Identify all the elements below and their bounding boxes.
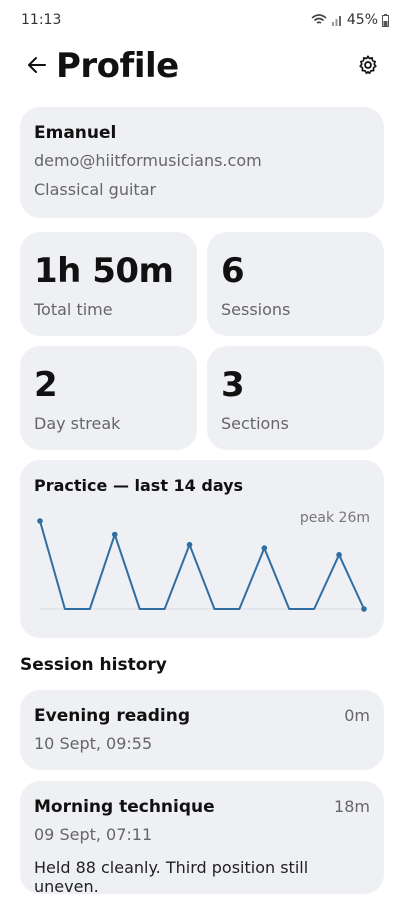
chart-series-line — [39, 520, 365, 610]
chart-point — [336, 552, 342, 558]
status-bar: 11:13 45% — [0, 0, 405, 40]
chart-point — [261, 545, 268, 551]
profile-name: Emanuel — [34, 123, 117, 143]
status-indicators: 45% — [311, 12, 389, 28]
chart-point — [186, 541, 193, 548]
profile-instrument: Classical guitar — [34, 180, 157, 199]
session-date: 10 Sept, 09:55 — [34, 734, 153, 753]
status-time: 11:13 — [21, 12, 62, 28]
stat-label: Sections — [221, 414, 289, 433]
stat-label: Total time — [34, 300, 113, 319]
stat-value: 2 — [34, 365, 58, 405]
wifi-icon — [311, 14, 327, 26]
practice-line-chart — [37, 518, 367, 612]
settings-button[interactable] — [353, 52, 383, 82]
stat-label: Sessions — [221, 300, 291, 319]
session-date: 09 Sept, 07:11 — [34, 825, 153, 844]
session-duration: 18m — [334, 797, 370, 816]
stat-card-day-streak: 2 Day streak — [20, 346, 197, 450]
stat-value: 3 — [221, 365, 245, 405]
stat-value: 1h 50m — [34, 251, 174, 291]
session-duration: 0m — [344, 706, 370, 725]
session-history-title: Session history — [20, 655, 167, 675]
stat-card-sections: 3 Sections — [207, 346, 384, 450]
session-card[interactable]: Evening reading 0m 10 Sept, 09:55 — [20, 690, 384, 770]
practice-chart-card: Practice — last 14 days peak 26m — [20, 460, 384, 638]
session-card[interactable]: Morning technique 18m 09 Sept, 07:11 Hel… — [20, 781, 384, 896]
session-name: Evening reading — [34, 706, 190, 726]
gear-icon — [357, 54, 379, 80]
stat-value: 6 — [221, 251, 245, 291]
chart-point — [111, 531, 118, 538]
stat-label: Day streak — [34, 414, 121, 433]
profile-email: demo@hiitformusicians.com — [34, 151, 262, 170]
profile-card: Emanuel demo@hiitformusicians.com Classi… — [20, 107, 384, 218]
back-button[interactable] — [22, 52, 52, 82]
signal-icon — [331, 14, 343, 26]
page-title: Profile — [56, 46, 179, 86]
battery-percent: 45% — [346, 12, 378, 28]
app-header: Profile — [0, 44, 405, 92]
session-note: Held 88 cleanly. Third position still un… — [34, 858, 309, 896]
stat-card-sessions: 6 Sessions — [207, 232, 384, 336]
session-name: Morning technique — [34, 797, 215, 817]
arrow-left-icon — [27, 55, 47, 79]
battery-icon — [382, 13, 389, 27]
stat-card-total-time: 1h 50m Total time — [20, 232, 197, 336]
chart-point — [37, 518, 43, 524]
chart-point — [361, 606, 367, 612]
